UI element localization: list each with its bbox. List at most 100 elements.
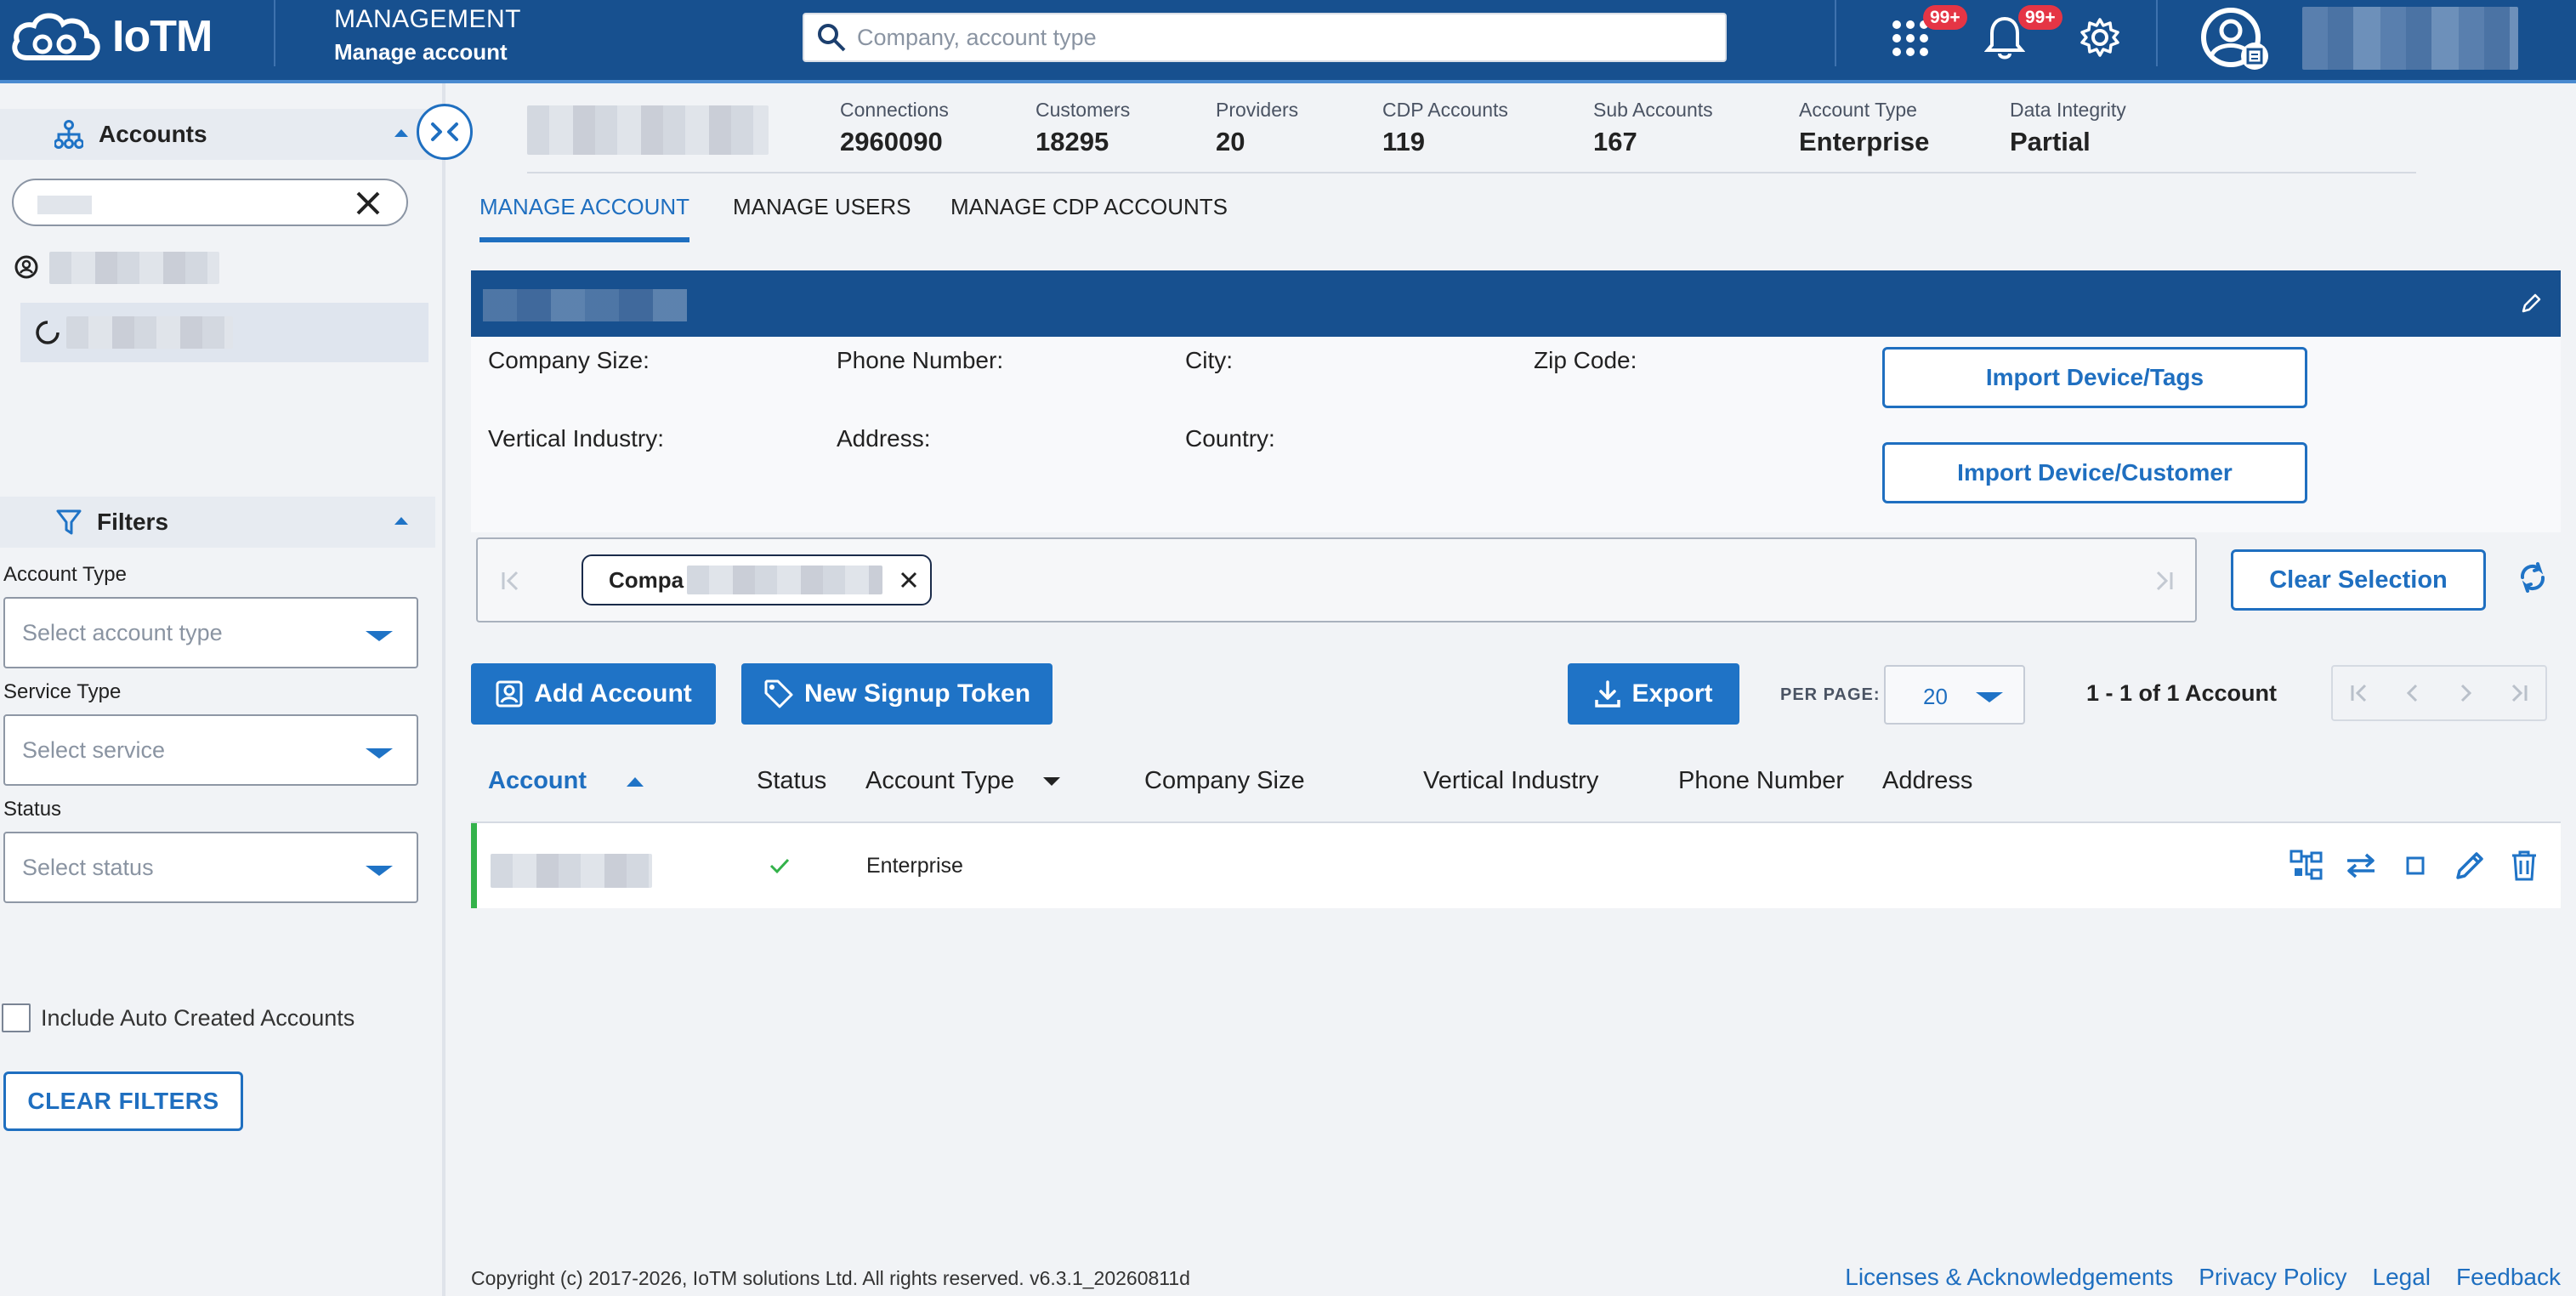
collapse-caret-icon[interactable] (394, 517, 408, 525)
tab-manage-users[interactable]: MANAGE USERS (733, 194, 911, 237)
auto-created-checkbox-row[interactable]: Include Auto Created Accounts (2, 1003, 355, 1032)
tree-item-selected[interactable] (20, 303, 428, 362)
filter-icon (56, 509, 82, 535)
stat-label: Sub Accounts (1593, 99, 1713, 121)
sidebar: Accounts Filters Account Type Select acc… (0, 83, 445, 1296)
next-page-icon[interactable] (2454, 682, 2477, 704)
import-device-customer-button[interactable]: Import Device/Customer (1882, 442, 2307, 503)
column-account[interactable]: Account (488, 767, 646, 795)
feedback-link[interactable]: Feedback (2456, 1264, 2561, 1291)
trash-icon (2512, 850, 2536, 881)
tree-item-root[interactable] (14, 252, 219, 284)
stat-sub-accounts: Sub Accounts 167 (1593, 99, 1713, 157)
dropdown-arrow-icon (366, 748, 393, 759)
app-logo[interactable]: IoTM (10, 7, 213, 66)
stat-label: Connections (840, 99, 949, 121)
add-account-label: Add Account (534, 679, 692, 708)
privacy-policy-link[interactable]: Privacy Policy (2199, 1264, 2346, 1291)
cloud-logo-icon (12, 13, 100, 60)
tab-manage-account[interactable]: MANAGE ACCOUNT (479, 194, 690, 242)
stat-providers: Providers 20 (1216, 99, 1298, 157)
column-address[interactable]: Address (1882, 767, 1972, 795)
top-header: IoTM MANAGEMENT Manage account 99+ 99+ (0, 0, 2576, 83)
legal-link[interactable]: Legal (2373, 1264, 2431, 1291)
column-account-type[interactable]: Account Type (865, 767, 1062, 795)
global-search[interactable] (803, 13, 1727, 62)
section-title: MANAGEMENT (334, 5, 522, 33)
delete-row-button[interactable] (2505, 847, 2543, 884)
hierarchy-button[interactable] (2288, 847, 2325, 884)
column-label: Account Type (865, 767, 1015, 794)
first-item-icon[interactable] (498, 568, 524, 594)
per-page-select[interactable]: 20 (1884, 665, 2025, 725)
logo-text: IoTM (112, 12, 213, 61)
clear-icon[interactable] (355, 190, 381, 216)
switch-account-button[interactable] (2342, 847, 2380, 884)
first-page-icon[interactable] (2348, 682, 2370, 704)
column-phone-number[interactable]: Phone Number (1678, 767, 1844, 795)
clear-selection-button[interactable]: Clear Selection (2231, 549, 2486, 611)
clear-filters-button[interactable]: CLEAR FILTERS (3, 1071, 243, 1131)
account-type-cell: Enterprise (866, 854, 963, 878)
column-label: Account (488, 767, 587, 794)
city-label: City: (1185, 347, 1233, 373)
column-status[interactable]: Status (757, 767, 826, 795)
sort-ascending-icon (627, 777, 644, 787)
stop-button[interactable] (2397, 847, 2434, 884)
stat-connections: Connections 2960090 (840, 99, 949, 157)
column-vertical-industry[interactable]: Vertical Industry (1423, 767, 1598, 795)
download-icon (1595, 680, 1621, 708)
export-button[interactable]: Export (1568, 663, 1739, 725)
settings-button[interactable] (2078, 15, 2122, 60)
edit-icon[interactable] (2520, 293, 2542, 315)
selection-chip[interactable]: Compa (582, 554, 932, 605)
search-icon (818, 24, 846, 52)
header-divider (2156, 0, 2158, 66)
last-page-icon[interactable] (2508, 682, 2530, 704)
stop-square-icon (2406, 856, 2425, 875)
table-row[interactable]: Enterprise (471, 823, 2561, 908)
tag-icon (764, 679, 793, 708)
new-signup-token-button[interactable]: New Signup Token (741, 663, 1053, 725)
account-type-select[interactable]: Select account type (3, 597, 418, 668)
accounts-section-header[interactable]: Accounts (0, 109, 435, 160)
pencil-icon (2456, 852, 2483, 879)
sort-dropdown-icon (1043, 777, 1061, 787)
search-input[interactable] (857, 24, 1673, 51)
status-placeholder: Select status (22, 854, 154, 880)
refresh-button[interactable] (2511, 556, 2554, 599)
user-menu-button[interactable] (2199, 5, 2272, 73)
account-tree-search[interactable] (12, 179, 408, 226)
auto-created-label: Include Auto Created Accounts (41, 1004, 355, 1031)
account-logo-redacted (527, 105, 769, 155)
country-label: Country: (1185, 425, 1275, 452)
collapse-sidebar-button[interactable] (417, 104, 473, 160)
service-type-select[interactable]: Select service (3, 714, 418, 786)
signup-token-label: New Signup Token (803, 679, 1031, 708)
edit-row-button[interactable] (2451, 847, 2488, 884)
collapse-caret-icon[interactable] (394, 129, 408, 137)
close-icon[interactable] (899, 571, 918, 589)
status-label: Status (3, 798, 62, 821)
stat-cdp-accounts: CDP Accounts 119 (1382, 99, 1508, 157)
filters-section-header[interactable]: Filters (0, 497, 435, 548)
previous-page-icon[interactable] (2402, 682, 2424, 704)
page-heading: MANAGEMENT Manage account (334, 5, 521, 65)
stat-label: Account Type (1799, 99, 1917, 121)
section-subtitle: Manage account (334, 39, 508, 65)
tab-manage-cdp-accounts[interactable]: MANAGE CDP ACCOUNTS (950, 194, 1228, 237)
search-value-redacted (37, 196, 92, 214)
add-account-button[interactable]: Add Account (471, 663, 716, 725)
licenses-link[interactable]: Licenses & Acknowledgements (1845, 1264, 2173, 1291)
status-active-icon (769, 858, 790, 874)
accounts-heading: Accounts (99, 121, 207, 147)
last-item-icon[interactable] (2151, 568, 2176, 594)
column-company-size[interactable]: Company Size (1144, 767, 1305, 795)
auto-created-checkbox[interactable] (2, 1003, 31, 1032)
stat-value: Partial (2010, 127, 2091, 156)
user-name-redacted (2302, 7, 2518, 70)
import-device-tags-button[interactable]: Import Device/Tags (1882, 347, 2307, 408)
account-name-redacted (483, 289, 687, 321)
status-select[interactable]: Select status (3, 832, 418, 903)
selection-bar: Compa (476, 537, 2197, 622)
